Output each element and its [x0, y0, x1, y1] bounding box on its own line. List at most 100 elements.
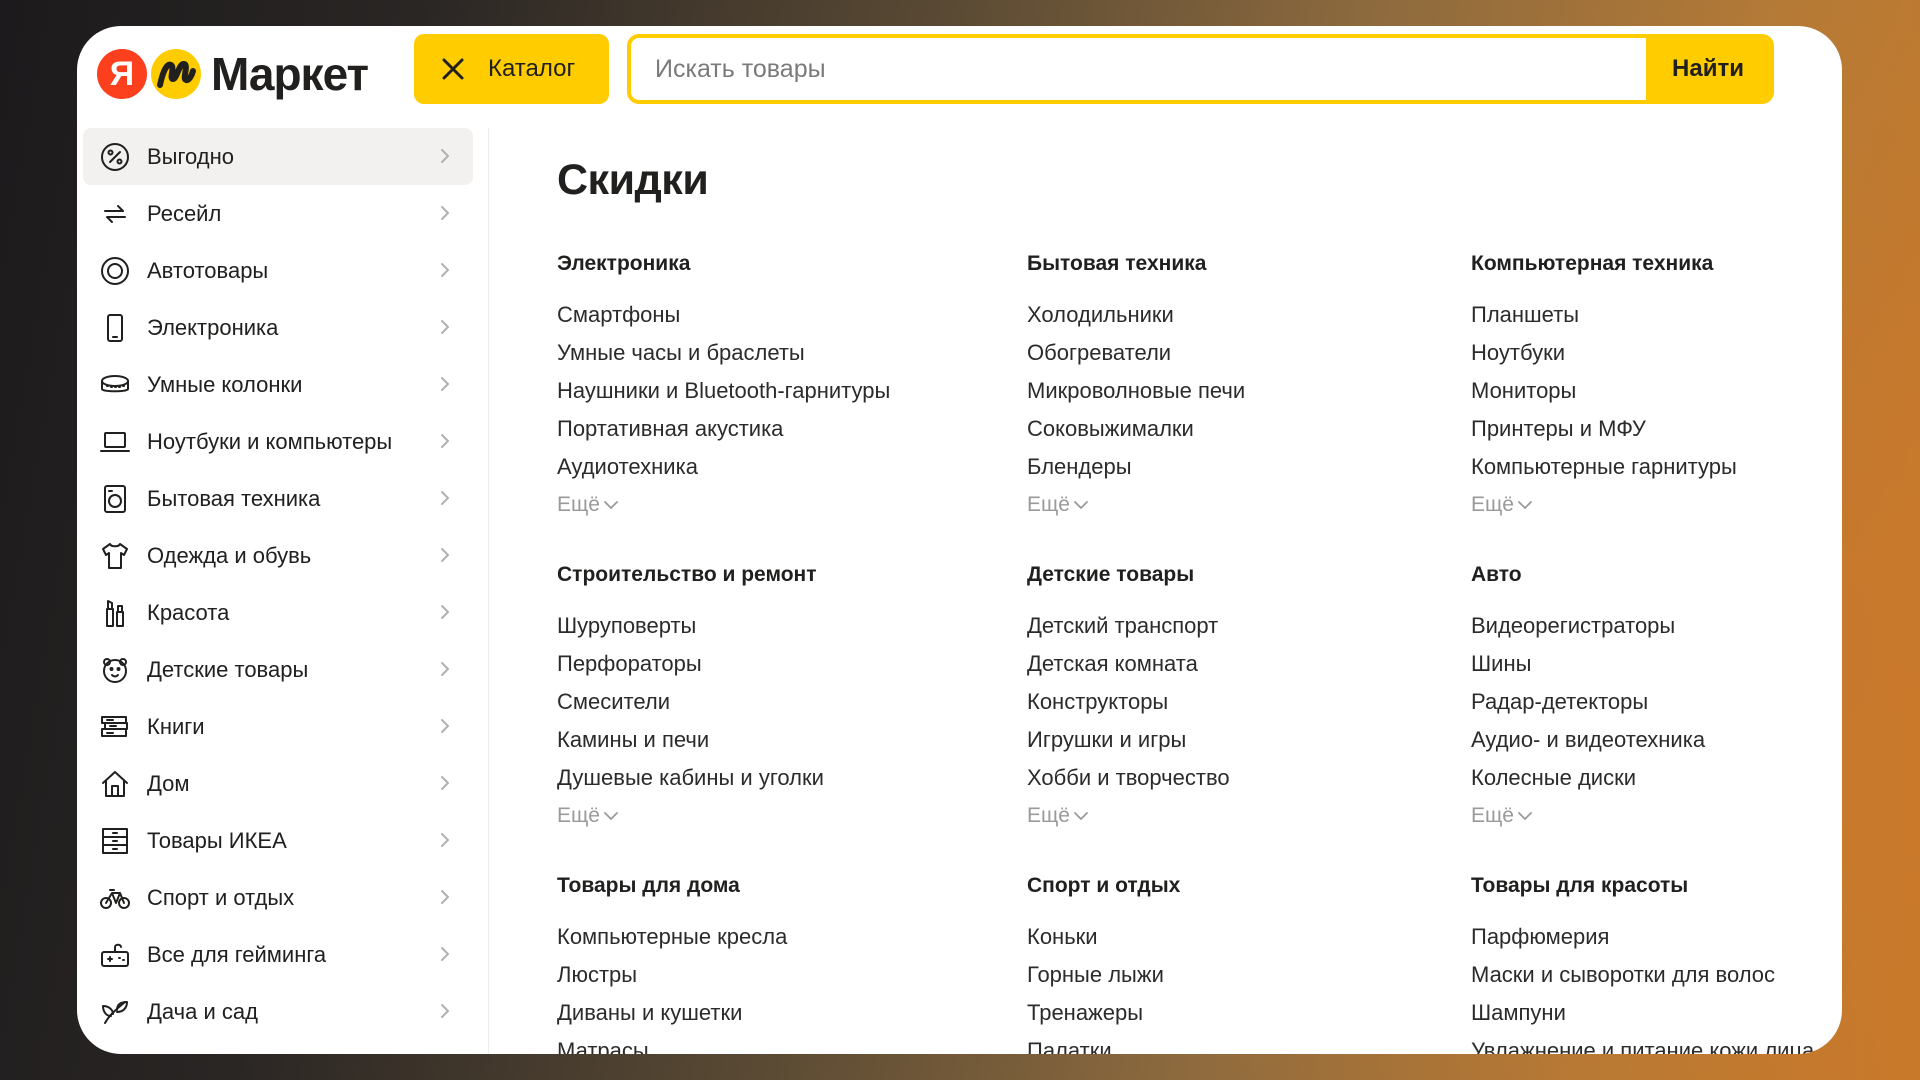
category-link[interactable]: Соковыжималки: [1027, 410, 1447, 448]
category-link[interactable]: Умные часы и браслеты: [557, 334, 977, 372]
show-more-link[interactable]: Ещё: [1027, 486, 1090, 524]
chevron-right-icon: [441, 377, 449, 391]
search-input[interactable]: [631, 38, 1646, 100]
category-group-title[interactable]: Спорт и отдых: [1027, 874, 1447, 904]
category-link[interactable]: Матрасы: [557, 1032, 977, 1054]
category-link[interactable]: Компьютерные кресла: [557, 918, 977, 956]
sidebar-item[interactable]: Дача и сад: [83, 983, 473, 1040]
category-group-title[interactable]: Электроника: [557, 252, 977, 282]
category-link[interactable]: Перфораторы: [557, 645, 977, 683]
category-link[interactable]: Радар-детекторы: [1471, 683, 1842, 721]
category-link[interactable]: Маски и сыворотки для волос: [1471, 956, 1842, 994]
category-link[interactable]: Камины и печи: [557, 721, 977, 759]
search-button[interactable]: Найти: [1646, 38, 1770, 100]
category-link[interactable]: Колесные диски: [1471, 759, 1842, 797]
chevron-right-icon: [441, 149, 449, 163]
chevron-right-icon: [441, 947, 449, 961]
category-link[interactable]: Увлажнение и питание кожи лица: [1471, 1032, 1842, 1054]
sidebar-item-label: Спорт и отдых: [147, 884, 295, 910]
sidebar-item[interactable]: Умные колонки: [83, 356, 473, 413]
category-link[interactable]: Портативная акустика: [557, 410, 977, 448]
show-more-label: Ещё: [557, 493, 600, 516]
category-link[interactable]: Обогреватели: [1027, 334, 1447, 372]
chevron-down-icon: [1074, 501, 1088, 509]
category-link[interactable]: Шампуни: [1471, 994, 1842, 1032]
chevron-right-icon: [441, 206, 449, 220]
sidebar-item[interactable]: Товары ИКЕА: [83, 812, 473, 869]
sidebar-item[interactable]: Детские товары: [83, 641, 473, 698]
market-logo[interactable]: Я Маркет: [97, 46, 369, 102]
sidebar-item[interactable]: Выгодно: [83, 128, 473, 185]
category-link[interactable]: Коньки: [1027, 918, 1447, 956]
category-link[interactable]: Шуруповерты: [557, 607, 977, 645]
category-group-title[interactable]: Авто: [1471, 563, 1842, 593]
sidebar-item[interactable]: Бытовая техника: [83, 470, 473, 527]
category-link-list: Компьютерные кресла Люстры Диваны и кушетк…: [557, 918, 977, 1054]
category-group-title[interactable]: Строительство и ремонт: [557, 563, 977, 593]
category-link[interactable]: Хобби и творчество: [1027, 759, 1447, 797]
sidebar-item[interactable]: Ноутбуки и компьютеры: [83, 413, 473, 470]
category-link[interactable]: Люстры: [557, 956, 977, 994]
header: Я Маркет Каталог Найти: [77, 26, 1842, 138]
show-more-label: Ещё: [1471, 493, 1514, 516]
category-link[interactable]: Принтеры и МФУ: [1471, 410, 1842, 448]
washing-machine-icon: [99, 483, 131, 515]
sidebar-item[interactable]: Красота: [83, 584, 473, 641]
sidebar-item[interactable]: Ресейл: [83, 185, 473, 242]
sidebar-item[interactable]: Автотовары: [83, 242, 473, 299]
category-link[interactable]: Аудиотехника: [557, 448, 977, 486]
sidebar-item-label: Умные колонки: [147, 371, 303, 397]
gamepad-icon: [99, 939, 131, 971]
category-link[interactable]: Блендеры: [1027, 448, 1447, 486]
category-link[interactable]: Конструкторы: [1027, 683, 1447, 721]
category-link[interactable]: Аудио- и видеотехника: [1471, 721, 1842, 759]
category-link[interactable]: Парфюмерия: [1471, 918, 1842, 956]
sidebar-item-label: Дом: [147, 770, 190, 796]
category-link[interactable]: Душевые кабины и уголки: [557, 759, 977, 797]
category-group: Спорт и отдых Коньки Горные лыжи Тренажеры П…: [1027, 874, 1447, 1054]
sidebar-item[interactable]: Одежда и обувь: [83, 527, 473, 584]
sidebar-item[interactable]: Дом: [83, 755, 473, 812]
show-more-label: Ещё: [1027, 493, 1070, 516]
category-link[interactable]: Палатки: [1027, 1032, 1447, 1054]
show-more-link[interactable]: Ещё: [1471, 797, 1534, 835]
chevron-down-icon: [1518, 812, 1532, 820]
category-link[interactable]: Детская комната: [1027, 645, 1447, 683]
category-group-title[interactable]: Товары для красоты: [1471, 874, 1842, 904]
show-more-link[interactable]: Ещё: [557, 797, 620, 835]
category-link[interactable]: Холодильники: [1027, 296, 1447, 334]
sidebar-item-label: Дача и сад: [147, 998, 258, 1024]
sidebar-item[interactable]: Электроника: [83, 299, 473, 356]
category-link-list: Шуруповерты Перфораторы Смесители Камины и …: [557, 607, 977, 835]
show-more-label: Ещё: [557, 804, 600, 827]
sidebar-item[interactable]: Все для гейминга: [83, 926, 473, 983]
category-link[interactable]: Игрушки и игры: [1027, 721, 1447, 759]
category-link[interactable]: Мониторы: [1471, 372, 1842, 410]
category-link[interactable]: Наушники и Bluetooth-гарнитуры: [557, 372, 977, 410]
category-link[interactable]: Детский транспорт: [1027, 607, 1447, 645]
sidebar-item[interactable]: Книги: [83, 698, 473, 755]
category-group-title[interactable]: Компьютерная техника: [1471, 252, 1842, 282]
category-link[interactable]: Шины: [1471, 645, 1842, 683]
show-more-link[interactable]: Ещё: [1471, 486, 1534, 524]
category-group-title[interactable]: Бытовая техника: [1027, 252, 1447, 282]
category-link[interactable]: Компьютерные гарнитуры: [1471, 448, 1842, 486]
category-link[interactable]: Диваны и кушетки: [557, 994, 977, 1032]
category-link[interactable]: Смесители: [557, 683, 977, 721]
category-group-title[interactable]: Детские товары: [1027, 563, 1447, 593]
category-link-list: Смартфоны Умные часы и браслеты Наушники и…: [557, 296, 977, 524]
category-link[interactable]: Ноутбуки: [1471, 334, 1842, 372]
show-more-label: Ещё: [1471, 804, 1514, 827]
category-link[interactable]: Планшеты: [1471, 296, 1842, 334]
category-link[interactable]: Смартфоны: [557, 296, 977, 334]
cabinet-icon: [99, 825, 131, 857]
category-link[interactable]: Видеорегистраторы: [1471, 607, 1842, 645]
catalog-button[interactable]: Каталог: [414, 34, 609, 104]
show-more-link[interactable]: Ещё: [557, 486, 620, 524]
category-link[interactable]: Горные лыжи: [1027, 956, 1447, 994]
category-link[interactable]: Микроволновые печи: [1027, 372, 1447, 410]
category-link[interactable]: Тренажеры: [1027, 994, 1447, 1032]
show-more-link[interactable]: Ещё: [1027, 797, 1090, 835]
category-group-title[interactable]: Товары для дома: [557, 874, 977, 904]
sidebar-item[interactable]: Спорт и отдых: [83, 869, 473, 926]
